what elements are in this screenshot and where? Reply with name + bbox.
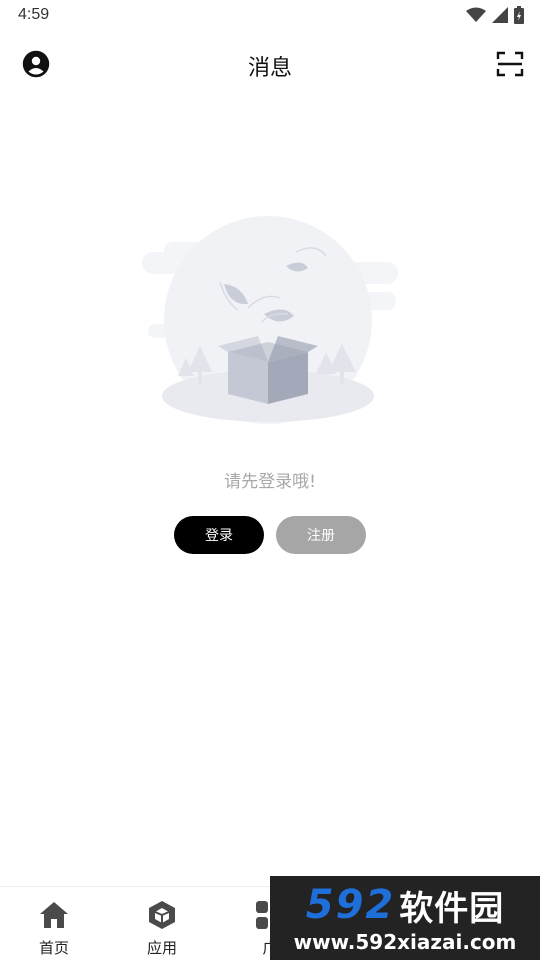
status-time: 4:59: [18, 6, 50, 23]
home-icon: [40, 902, 68, 928]
page-title: 消息: [247, 56, 292, 81]
scan-button[interactable]: [496, 50, 524, 78]
watermark-text: 软件园: [399, 888, 505, 929]
watermark-number: 592: [305, 882, 396, 928]
tab-label: 应用: [146, 939, 177, 957]
tab-label: 首页: [38, 939, 69, 957]
tab-home[interactable]: 首页: [0, 887, 108, 960]
status-bar: 4:59: [0, 0, 540, 32]
empty-box-illustration: [138, 212, 400, 434]
login-button[interactable]: 登录: [174, 516, 264, 554]
battery-icon: [514, 6, 524, 24]
wifi-icon: [466, 7, 486, 22]
empty-state-message: 请先登录哦!: [224, 472, 316, 492]
watermark-url: www.592xiazai.com: [293, 930, 517, 954]
register-button[interactable]: 注册: [276, 516, 366, 554]
watermark-logo: 592 软件园 www.592xiazai.com: [270, 876, 540, 960]
signal-icon: [492, 7, 508, 23]
app-header: 消息: [0, 40, 540, 88]
scan-icon: [496, 51, 524, 77]
tab-apps[interactable]: 应用: [108, 887, 216, 960]
cube-icon: [149, 901, 175, 929]
status-icons: [466, 6, 524, 24]
